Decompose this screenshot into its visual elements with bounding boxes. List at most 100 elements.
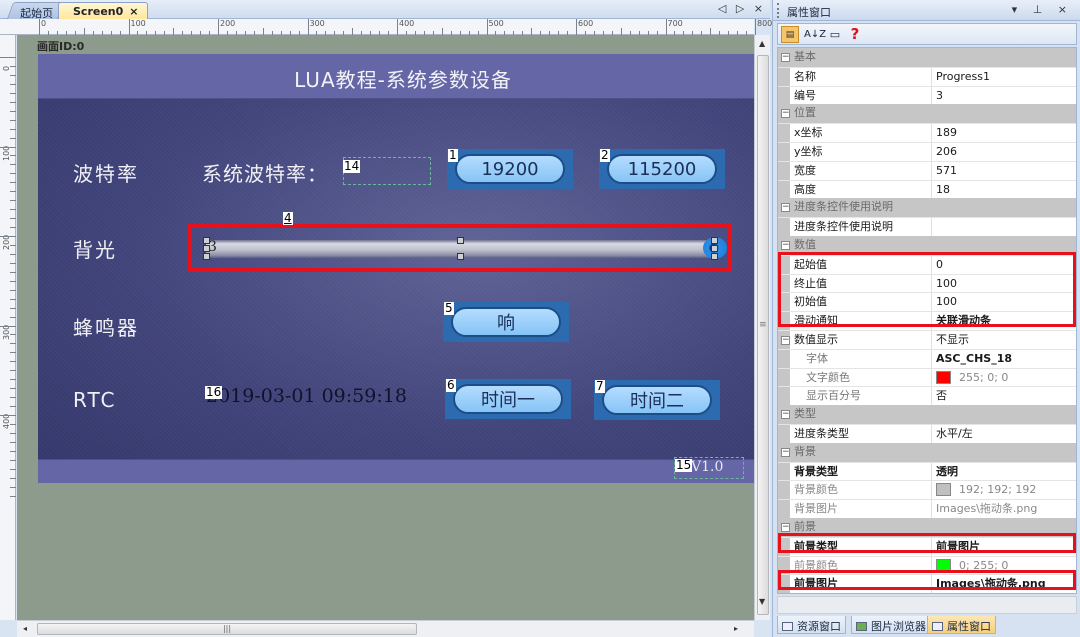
property-row[interactable]: 背景图片 Images\拖动条.png (778, 499, 1076, 518)
tab-resource-window[interactable]: 资源窗口 (777, 616, 846, 634)
property-row[interactable]: y坐标 206 (778, 141, 1076, 161)
button-face[interactable]: 时间二 (602, 385, 712, 415)
property-value-text: 3 (936, 88, 943, 102)
collapse-toggle-icon[interactable]: − (781, 335, 790, 345)
property-value[interactable]: 3 (932, 87, 1076, 105)
tab-properties-window[interactable]: 属性窗口 (927, 616, 996, 634)
property-value[interactable]: 255; 0; 0 (932, 369, 1076, 387)
control-id-tag: 6 (446, 378, 456, 392)
collapse-toggle-icon[interactable]: − (781, 410, 790, 420)
property-value[interactable]: 透明 (932, 463, 1076, 481)
property-name: 编号 (790, 86, 932, 105)
property-value[interactable]: 关联滑动条 (932, 312, 1076, 330)
property-row[interactable]: 高度 18 (778, 179, 1076, 199)
property-row[interactable]: 前景图片 Images\拖动条.png (778, 574, 1076, 594)
ruler-minor-tick (441, 28, 443, 35)
buzzer-sound-button[interactable]: 响 (443, 302, 569, 342)
property-category[interactable]: − 数值 (778, 235, 1076, 255)
collapse-toggle-icon[interactable]: − (781, 109, 790, 119)
button-face[interactable]: 响 (451, 307, 561, 337)
property-category[interactable]: − 进度条控件使用说明 (778, 198, 1076, 218)
property-value[interactable]: Progress1 (932, 68, 1076, 86)
scroll-down-icon[interactable]: ▼ (759, 597, 765, 606)
property-value[interactable]: 100 (932, 293, 1076, 311)
property-row[interactable]: 前景颜色 0; 255; 0 (778, 555, 1076, 575)
property-value[interactable]: Images\拖动条.png (932, 575, 1076, 593)
scroll-right-icon[interactable]: ▸ (734, 624, 738, 633)
collapse-toggle-icon[interactable]: − (781, 522, 790, 532)
property-value[interactable]: 192; 192; 192 (932, 481, 1076, 499)
property-value[interactable]: ASC_CHS_18 (932, 350, 1076, 368)
property-row[interactable]: 背景类型 透明 (778, 461, 1076, 481)
property-value[interactable]: 189 (932, 124, 1076, 142)
tab-navigation-controls[interactable]: ◁ ▷ × (718, 2, 766, 15)
collapse-toggle-icon[interactable]: − (781, 203, 790, 213)
property-value[interactable]: 18 (932, 181, 1076, 199)
baud-19200-button[interactable]: 19200 (447, 149, 573, 189)
tab-screen0[interactable]: Screen0 × (58, 2, 148, 19)
property-category[interactable]: − 类型 (778, 405, 1076, 424)
property-row[interactable]: 滑动通知 关联滑动条 (778, 311, 1076, 330)
property-category[interactable]: − 背景 (778, 442, 1076, 462)
property-row[interactable]: 宽度 571 (778, 160, 1076, 180)
property-pages-icon[interactable]: ▭ (826, 26, 844, 43)
vertical-scrollbar[interactable]: ▲ ▼ (754, 35, 770, 620)
property-category[interactable]: − 前景 (778, 517, 1076, 537)
categorized-view-icon[interactable]: ▤ (781, 26, 799, 43)
property-value[interactable]: 0; 255; 0 (932, 557, 1076, 575)
property-category[interactable]: − 位置 (778, 104, 1076, 124)
panel-window-controls[interactable]: ▾ ⊥ × (1012, 3, 1073, 16)
property-value[interactable]: 否 (932, 387, 1076, 405)
property-value[interactable]: 206 (932, 143, 1076, 161)
tab-start-page[interactable]: 起始页 (6, 2, 65, 20)
property-row[interactable]: 编号 3 (778, 85, 1076, 105)
hmi-screen[interactable]: LUA教程-系统参数设备 波特率 系统波特率： 14 19200 1 11520… (38, 54, 768, 483)
property-value[interactable]: 100 (932, 275, 1076, 293)
ruler-minor-tick (10, 441, 16, 443)
property-value[interactable] (932, 218, 1076, 236)
system-baud-static-text[interactable]: 系统波特率： (202, 158, 328, 187)
property-row-value-display[interactable]: − 数值显示 不显示 (778, 329, 1076, 349)
tab-image-browser[interactable]: 图片浏览器 (851, 616, 931, 634)
property-row[interactable]: 进度条控件使用说明 (778, 217, 1076, 236)
property-row[interactable]: 终止值 100 (778, 273, 1076, 293)
scroll-up-icon[interactable]: ▲ (759, 39, 765, 48)
scroll-left-icon[interactable]: ◂ (23, 624, 27, 633)
property-row[interactable]: 字体 ASC_CHS_18 (778, 348, 1076, 368)
ruler-label: 500 (488, 19, 504, 28)
button-face[interactable]: 19200 (455, 154, 565, 184)
property-row[interactable]: 名称 Progress1 (778, 66, 1076, 86)
property-row[interactable]: 进度条类型 水平/左 (778, 423, 1076, 443)
property-value[interactable]: 不显示 (932, 331, 1076, 349)
property-row[interactable]: 初始值 100 (778, 292, 1076, 312)
scroll-thumb[interactable] (757, 55, 769, 615)
property-row[interactable]: 前景类型 前景图片 (778, 536, 1076, 556)
property-value[interactable]: 571 (932, 162, 1076, 180)
property-value[interactable]: 0 (932, 256, 1076, 274)
collapse-toggle-icon[interactable]: − (781, 53, 790, 62)
property-value[interactable]: Images\拖动条.png (932, 500, 1076, 518)
collapse-toggle-icon[interactable]: − (781, 447, 790, 457)
property-row[interactable]: 背景颜色 192; 192; 192 (778, 480, 1076, 500)
alphabetical-sort-icon[interactable]: A↓Z (804, 26, 826, 43)
property-row[interactable]: x坐标 189 (778, 123, 1076, 142)
property-row[interactable]: 文字颜色 255; 0; 0 (778, 367, 1076, 387)
help-icon[interactable]: ? (846, 26, 864, 43)
button-face[interactable]: 115200 (607, 154, 717, 184)
collapse-toggle-icon[interactable]: − (781, 240, 790, 250)
baud-115200-button[interactable]: 115200 (599, 149, 725, 189)
rtc-datetime-text[interactable]: 2019-03-01 09:59:18 (206, 385, 407, 407)
property-category[interactable]: − 基本 (778, 48, 1076, 67)
time-two-button[interactable]: 时间二 (594, 380, 720, 420)
horizontal-scrollbar[interactable]: ◂ ||| ▸ (17, 620, 754, 637)
property-value[interactable]: 前景图片 (932, 538, 1076, 556)
time-one-button[interactable]: 时间一 (445, 379, 571, 419)
property-row[interactable]: 显示百分号否 (778, 386, 1076, 406)
button-face[interactable]: 时间一 (453, 384, 563, 414)
ruler-label: 100 (130, 19, 146, 28)
close-tab-icon[interactable]: × (129, 5, 138, 18)
property-row[interactable]: 起始值 0 (778, 254, 1076, 274)
scroll-thumb[interactable]: ||| (37, 623, 417, 635)
property-value[interactable]: 水平/左 (932, 425, 1076, 443)
drag-grip-icon[interactable] (777, 3, 779, 18)
